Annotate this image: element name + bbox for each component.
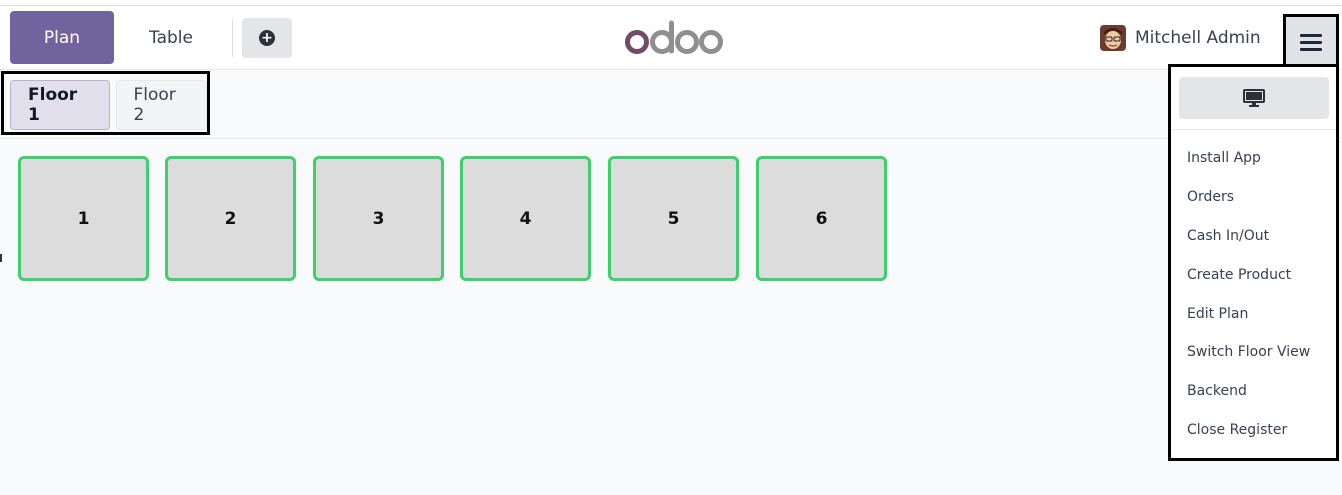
menu-item-orders[interactable]: Orders — [1171, 178, 1336, 217]
menu-toggle-button[interactable] — [1283, 14, 1339, 70]
menu-divider — [1171, 129, 1336, 130]
user-profile[interactable]: Mitchell Admin — [1100, 25, 1261, 51]
table-6[interactable]: 6 — [756, 156, 887, 281]
floor-selector-bar: Floor 1 Floor 2 — [0, 71, 1342, 139]
main-menu-dropdown: Install App Orders Cash In/Out Create Pr… — [1168, 64, 1339, 461]
avatar — [1100, 25, 1126, 51]
floor-tab-2[interactable]: Floor 2 — [115, 80, 207, 130]
menu-item-cash-in-out[interactable]: Cash In/Out — [1171, 217, 1336, 256]
menu-item-backend[interactable]: Backend — [1171, 372, 1336, 411]
header-divider — [232, 19, 233, 57]
menu-item-switch-floor-view[interactable]: Switch Floor View — [1171, 333, 1336, 372]
menu-item-install-app[interactable]: Install App — [1171, 139, 1336, 178]
menu-item-create-product[interactable]: Create Product — [1171, 256, 1336, 295]
table-1[interactable]: 1 — [18, 156, 149, 281]
table-button[interactable]: Table — [120, 11, 222, 64]
plus-circle-icon: + — [259, 30, 275, 46]
user-name: Mitchell Admin — [1135, 28, 1261, 48]
edge-marker — [0, 254, 2, 262]
plan-button[interactable]: Plan — [10, 11, 114, 64]
pos-header: Plan Table + Mitchell Admin — [0, 6, 1342, 70]
add-button[interactable]: + — [242, 18, 292, 58]
table-5[interactable]: 5 — [608, 156, 739, 281]
floor-tabs: Floor 1 Floor 2 — [1, 71, 210, 135]
floor-tab-1[interactable]: Floor 1 — [10, 80, 110, 130]
customer-display-button[interactable] — [1179, 77, 1329, 119]
odoo-logo — [625, 20, 723, 54]
desktop-monitor-icon — [1243, 89, 1265, 107]
table-2[interactable]: 2 — [165, 156, 296, 281]
menu-item-close-register[interactable]: Close Register — [1171, 411, 1336, 450]
table-4[interactable]: 4 — [460, 156, 591, 281]
hamburger-menu-icon — [1300, 30, 1322, 55]
menu-item-edit-plan[interactable]: Edit Plan — [1171, 295, 1336, 334]
table-3[interactable]: 3 — [313, 156, 444, 281]
menu-list: Install App Orders Cash In/Out Create Pr… — [1171, 139, 1336, 450]
floor-plan: 1 2 3 4 5 6 — [0, 140, 1342, 495]
